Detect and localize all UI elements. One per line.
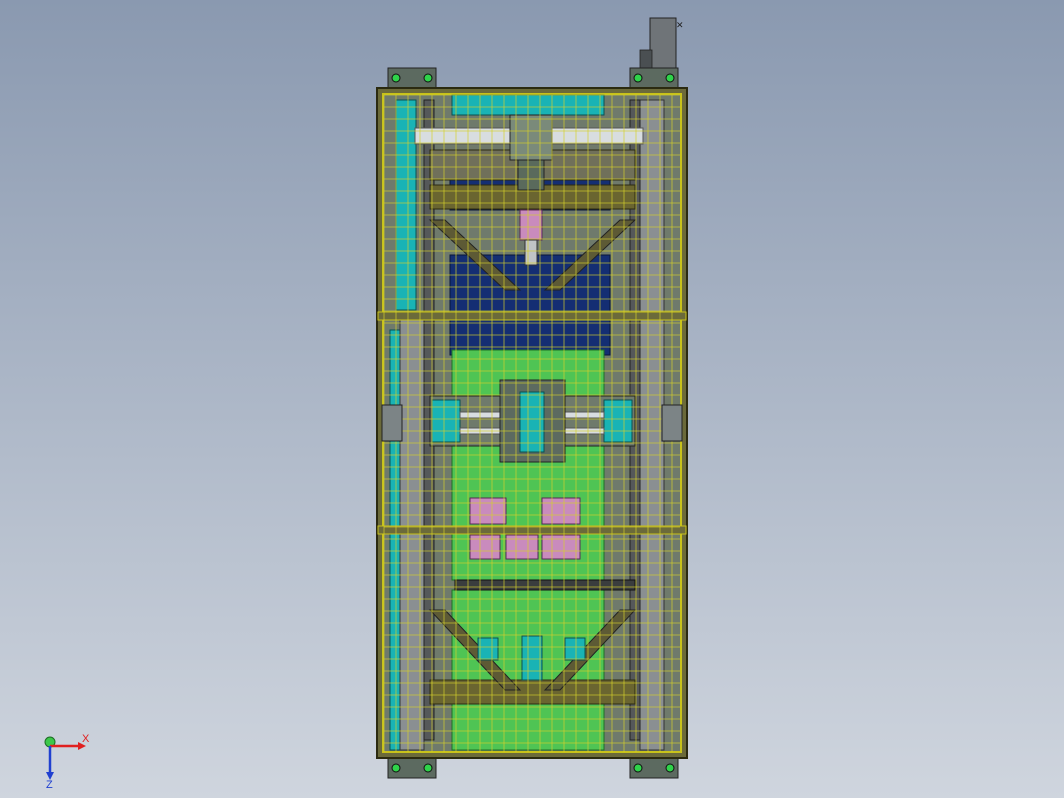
svg-text:✕: ✕	[676, 20, 684, 30]
machine-model[interactable]: ✕	[0, 0, 1064, 798]
axis-z-icon	[46, 746, 54, 780]
cad-viewport[interactable]: ✕ X Z	[0, 0, 1064, 798]
axis-x-icon	[50, 742, 86, 750]
orientation-triad[interactable]: X Z	[38, 728, 98, 791]
axis-z-label: Z	[46, 779, 53, 788]
axis-x-label: X	[82, 733, 90, 745]
